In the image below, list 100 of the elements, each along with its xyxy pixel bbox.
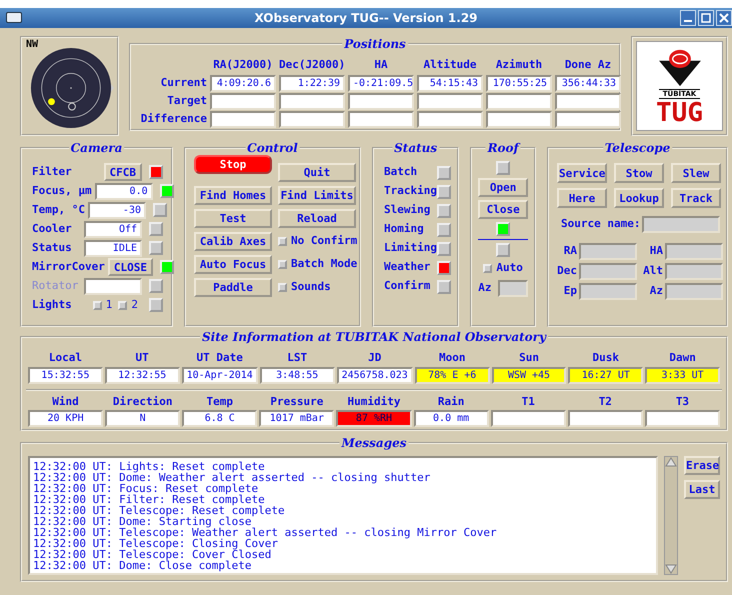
coordinate-field[interactable]	[665, 283, 723, 300]
coordinate-field: 170:55:25	[486, 74, 552, 92]
info-label: Pressure	[269, 394, 324, 410]
status-label: Confirm	[384, 278, 430, 294]
field-label: Az	[478, 280, 492, 296]
coordinate-label: Dec	[557, 263, 577, 280]
message-button[interactable]: Erase	[684, 456, 720, 475]
coordinate-field	[210, 110, 276, 128]
info-label: Dusk	[592, 350, 620, 366]
log-line: 12:32:00 UT: Telescope: Closing Cover	[33, 538, 280, 549]
info-field: 1017 mBar	[259, 410, 334, 427]
log-line: 12:32:00 UT: Telescope: Cover Closed	[33, 549, 272, 560]
checkbox[interactable]: No Confirm	[278, 233, 356, 250]
coordinate-label: Ep	[562, 283, 577, 300]
log-line: 12:32:00 UT: Telescope: Reset complete	[33, 505, 286, 516]
log-line: 12:32:00 UT: Lights: Reset complete	[33, 461, 265, 472]
coordinate-field	[417, 92, 483, 110]
checkbox[interactable]: Auto	[483, 260, 523, 276]
info-field: 6.8 C	[182, 410, 258, 427]
coordinate-field: 1:22:39	[279, 74, 345, 92]
roof-button[interactable]: Close	[478, 200, 528, 219]
info-label: JD	[367, 350, 382, 366]
control-button[interactable]: Quit	[278, 163, 356, 182]
log-line: 12:32:00 UT: Dome: Starting close	[33, 516, 252, 527]
row-label: Current	[160, 74, 207, 91]
column-header: Done Az	[564, 57, 612, 73]
coordinate-field[interactable]	[579, 263, 637, 280]
info-label: Local	[48, 350, 83, 366]
light-checkbox[interactable]: 1	[92, 296, 112, 314]
value-field[interactable]: -30	[88, 202, 146, 218]
panel-title: Camera	[68, 141, 124, 155]
camera-button[interactable]: CFCB	[104, 163, 142, 181]
scroll-up-icon[interactable]	[665, 457, 677, 467]
control-button[interactable]: Calib Axes	[194, 232, 272, 251]
log-line: 12:32:00 UT: Focus: Reset complete	[33, 483, 258, 494]
panel-title: Status	[392, 141, 440, 155]
field-label: Rotator	[32, 278, 80, 294]
window-menu-icon[interactable]	[6, 12, 22, 23]
telescope-button[interactable]: Lookup	[614, 188, 664, 208]
value-field[interactable]: Off	[84, 220, 142, 238]
control-button[interactable]: Reload	[278, 209, 356, 228]
panel-title: Roof	[486, 141, 521, 155]
row-label: Target	[166, 92, 207, 109]
log-line: 12:32:00 UT: Filter: Reset complete	[33, 494, 265, 505]
info-field: 2456758.023	[336, 366, 413, 384]
coordinate-field[interactable]	[665, 263, 723, 280]
telescope-button[interactable]: Stow	[614, 163, 664, 183]
control-button[interactable]: Find Homes	[194, 186, 272, 205]
row-label: Difference	[140, 110, 207, 127]
info-label: T3	[674, 394, 690, 410]
scrollbar[interactable]	[664, 456, 678, 575]
coordinate-label: HA	[648, 243, 663, 260]
roof-button[interactable]: Open	[478, 178, 528, 197]
coordinate-field[interactable]	[579, 283, 637, 300]
camera-button[interactable]: CLOSE	[108, 258, 153, 276]
close-icon[interactable]	[716, 10, 732, 26]
telescope-button[interactable]: Slew	[671, 163, 721, 183]
panel-title: Control	[245, 141, 300, 155]
control-button[interactable]: Stop	[194, 155, 272, 174]
info-label: T1	[520, 394, 536, 410]
field-label: Lights	[32, 296, 73, 313]
checkbox[interactable]: Sounds	[278, 279, 356, 296]
status-label: Weather	[384, 259, 430, 276]
value-field[interactable]: IDLE	[84, 240, 142, 256]
control-button[interactable]: Auto Focus	[194, 255, 272, 274]
checkbox[interactable]: Batch Mode	[278, 256, 356, 273]
maximize-icon[interactable]	[698, 10, 714, 26]
telescope-button[interactable]: Track	[671, 188, 721, 208]
coordinate-field	[486, 92, 552, 110]
control-button[interactable]: Find Limits	[278, 186, 356, 205]
coordinate-field	[417, 110, 483, 128]
scroll-down-icon[interactable]	[665, 564, 677, 574]
emblem-icon	[656, 48, 702, 88]
coordinate-field[interactable]	[665, 243, 723, 260]
field-label: Filter	[32, 164, 73, 180]
coordinate-field[interactable]	[579, 243, 637, 260]
field-label: Focus, µm	[32, 182, 92, 199]
info-field: 3:33 UT	[645, 366, 720, 384]
control-button[interactable]: Paddle	[194, 278, 272, 297]
azimuth-field[interactable]	[498, 280, 528, 296]
coordinate-label: Alt	[642, 263, 663, 280]
info-label: Wind	[51, 394, 80, 410]
field-label: Cooler	[32, 220, 73, 237]
value-field[interactable]	[84, 278, 142, 294]
info-label: LST	[286, 350, 308, 366]
message-button[interactable]: Last	[684, 480, 720, 499]
source-name-field[interactable]	[642, 216, 720, 233]
light-checkbox[interactable]: 2	[118, 296, 138, 314]
window-title: XObservatory TUG-- Version 1.29	[254, 11, 478, 25]
panel-title: Messages	[340, 436, 408, 450]
telescope-button[interactable]: Service	[557, 163, 607, 183]
value-field[interactable]: 0.0	[94, 182, 153, 200]
info-label: UT Date	[196, 350, 244, 366]
info-field: 78% E +6	[414, 366, 490, 384]
minimize-icon[interactable]	[680, 10, 696, 26]
telescope-button[interactable]: Here	[557, 188, 607, 208]
coordinate-field	[348, 110, 414, 128]
coordinate-field	[279, 92, 345, 110]
coordinate-field	[348, 92, 414, 110]
control-button[interactable]: Test	[194, 209, 272, 228]
